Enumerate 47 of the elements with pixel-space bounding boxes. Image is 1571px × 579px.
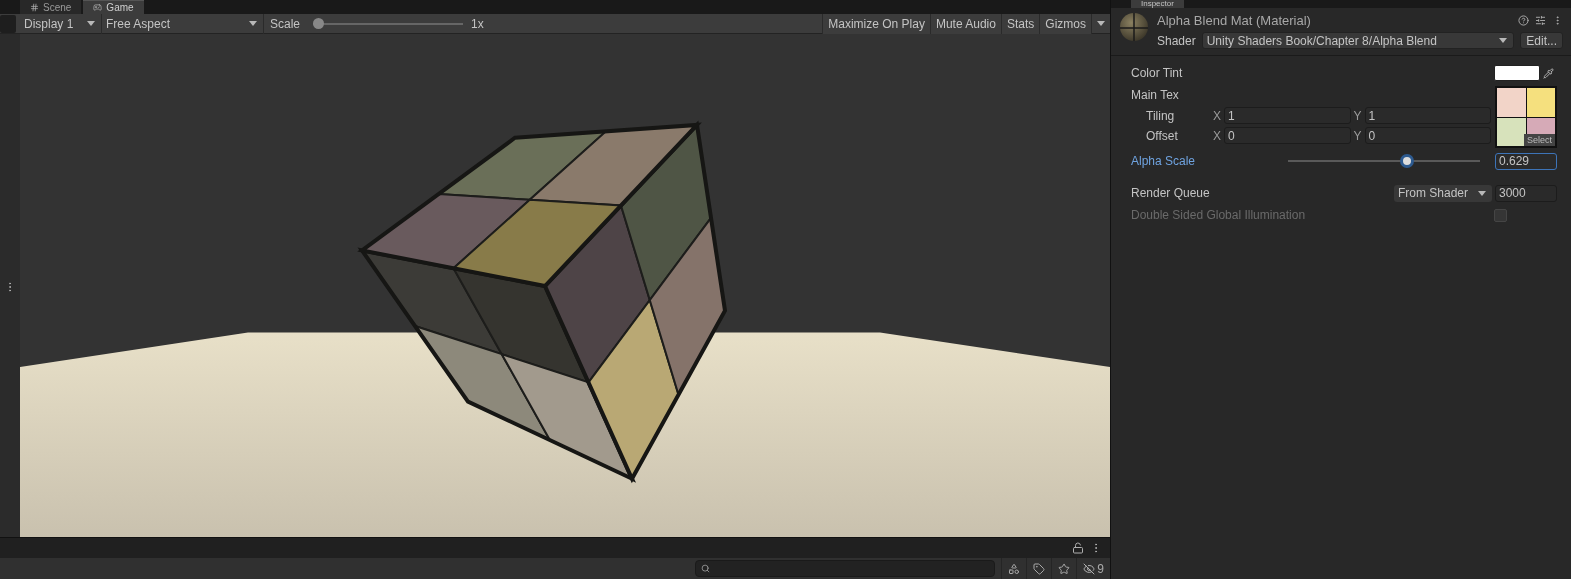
- display-dropdown[interactable]: Display 1: [20, 13, 102, 34]
- material-sphere-icon: [1119, 12, 1149, 42]
- material-title: Alpha Blend Mat (Material): [1157, 12, 1311, 28]
- view-tab[interactable]: Scene: [20, 0, 82, 14]
- slider-thumb[interactable]: [313, 18, 325, 29]
- scale-reading: 1x: [471, 16, 484, 31]
- toolbar-button[interactable]: Gizmos: [1039, 13, 1091, 34]
- eye-off-icon: [1083, 562, 1096, 575]
- property-label: Alpha Scale: [1131, 154, 1196, 168]
- eyedropper-icon[interactable]: [1540, 65, 1557, 81]
- shader-dropdown[interactable]: Unity Shaders Book/Chapter 8/Alpha Blend: [1201, 32, 1515, 49]
- inspector-tab[interactable]: Inspector: [1131, 0, 1184, 8]
- axis-label: Y: [1353, 128, 1362, 143]
- shader-label: Shader: [1157, 33, 1196, 48]
- queue-dropdown[interactable]: From Shader: [1394, 184, 1492, 202]
- axis-label: Y: [1353, 108, 1362, 123]
- slider-thumb[interactable]: [1399, 154, 1414, 168]
- search-field[interactable]: [695, 560, 996, 577]
- property-label: Color Tint: [1131, 66, 1183, 80]
- texture-preview[interactable]: Select: [1495, 86, 1557, 148]
- number-field[interactable]: 1: [1224, 107, 1351, 124]
- number-field[interactable]: 3000: [1495, 184, 1557, 202]
- toolbar-toggle[interactable]: [0, 14, 16, 33]
- property-label: Main Tex: [1131, 88, 1179, 102]
- property-label: Render Queue: [1131, 186, 1210, 200]
- toolbar-button[interactable]: Maximize On Play: [822, 13, 930, 34]
- aspect-dropdown[interactable]: Free Aspect: [102, 13, 264, 34]
- property-label: Tiling: [1146, 108, 1176, 123]
- color-swatch[interactable]: [1494, 65, 1540, 81]
- hash-icon: [30, 2, 39, 12]
- axis-label: X: [1213, 108, 1221, 123]
- edit-button[interactable]: Edit...: [1520, 32, 1563, 49]
- number-field[interactable]: 0: [1364, 127, 1491, 144]
- number-field[interactable]: 1: [1364, 107, 1491, 124]
- property-label: Offset: [1146, 128, 1179, 143]
- gamepad-icon: [93, 3, 103, 12]
- settings-icon[interactable]: [1535, 14, 1546, 26]
- property-label: Double Sided Global Illumination: [1131, 208, 1306, 222]
- help-icon[interactable]: [1518, 14, 1529, 26]
- number-field[interactable]: 0.629: [1495, 152, 1557, 170]
- lock-icon[interactable]: [1072, 542, 1084, 554]
- view-tab[interactable]: Game: [83, 0, 144, 14]
- select-button[interactable]: Select: [1524, 134, 1555, 146]
- number-field[interactable]: 0: [1224, 127, 1351, 144]
- axis-label: X: [1213, 128, 1221, 143]
- search-icon: [701, 564, 711, 573]
- scale-label: Scale: [270, 16, 301, 31]
